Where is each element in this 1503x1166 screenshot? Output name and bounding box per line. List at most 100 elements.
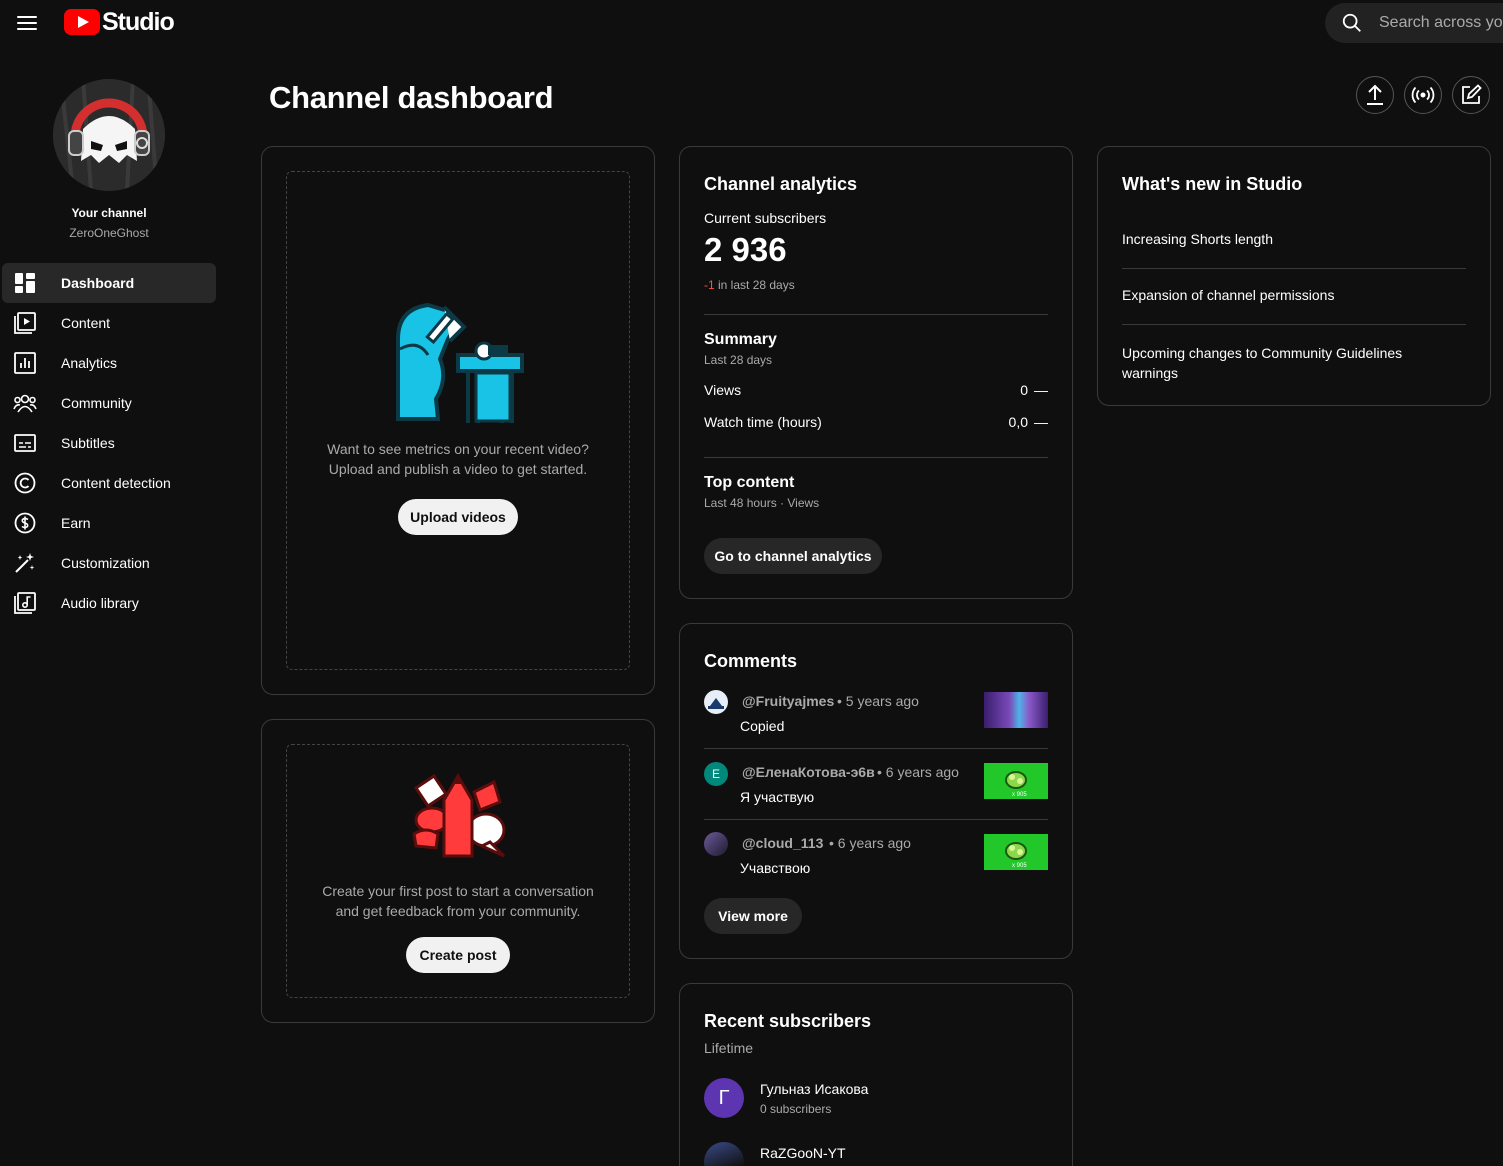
video-thumbnail[interactable]	[984, 692, 1048, 728]
go-to-analytics-button[interactable]: Go to channel analytics	[704, 538, 882, 574]
top-content-title: Top content	[704, 474, 795, 491]
post-prompt-line: Create your first post to start a conver…	[322, 883, 594, 899]
whats-new-item[interactable]: Increasing Shorts length	[1122, 231, 1273, 247]
sidebar-item-label: Community	[61, 395, 132, 411]
sidebar-item-label: Audio library	[61, 595, 139, 611]
subscribers-count: 2 936	[704, 231, 787, 268]
subscriber-name[interactable]: Гульназ Исакова	[760, 1081, 868, 1097]
subscriber-avatar	[704, 1142, 744, 1166]
divider	[704, 314, 1048, 315]
comment-item[interactable]: E @ЕленаКотова-э6в • 6 years ago Я участ…	[704, 761, 1048, 821]
subtitles-icon	[13, 431, 37, 455]
comment-text: Учавствою	[740, 860, 811, 876]
metric-row-watch-time: Watch time (hours) 0,0 —	[704, 414, 1048, 434]
dashboard-icon	[13, 271, 37, 295]
edit-icon	[1462, 84, 1482, 104]
view-more-button[interactable]: View more	[704, 898, 802, 934]
change-value: -1	[704, 278, 715, 292]
magic-wand-icon	[13, 551, 37, 575]
content-icon	[13, 311, 37, 335]
ghost-avatar-icon	[53, 79, 165, 191]
upload-prompt-line: Want to see metrics on your recent video…	[327, 441, 589, 457]
comment-time: • 6 years ago	[877, 764, 959, 780]
comment-author[interactable]: @ЕленаКотова-э6в	[742, 764, 875, 780]
search-placeholder: Search across yo	[1379, 14, 1503, 31]
summary-title: Summary	[704, 331, 777, 348]
sidebar-item-label: Subtitles	[61, 435, 115, 451]
comment-item[interactable]: @cloud_113 • 6 years ago Учавствою x 905	[704, 832, 1048, 892]
commenter-avatar: E	[704, 762, 728, 786]
sidebar-item-customization[interactable]: Customization	[2, 543, 216, 583]
subscriber-item[interactable]: Г Гульназ Исакова 0 subscribers	[704, 1078, 1048, 1122]
sidebar-item-label: Content	[61, 315, 111, 331]
upload-videos-button[interactable]: Upload videos	[398, 499, 518, 535]
commenter-avatar	[704, 690, 728, 714]
analytics-icon	[13, 351, 37, 375]
whats-new-card: What's new in Studio Increasing Shorts l…	[1097, 146, 1491, 406]
sidebar-item-audio-library[interactable]: Audio library	[2, 583, 216, 623]
dollar-icon	[13, 511, 37, 535]
live-broadcast-icon	[1411, 86, 1435, 104]
subscribers-label: Current subscribers	[704, 210, 827, 226]
whats-new-item[interactable]: Expansion of channel permissions	[1122, 287, 1334, 303]
metric-label: Watch time (hours)	[704, 414, 822, 430]
your-channel-label: Your channel	[71, 206, 147, 220]
sidebar: Your channel ZeroOneGhost Dashboard Cont…	[0, 60, 220, 1166]
sidebar-item-content[interactable]: Content	[2, 303, 216, 343]
divider	[704, 819, 1048, 820]
subscriber-name[interactable]: RaZGooN-YT	[760, 1145, 846, 1161]
upload-prompt-text: Want to see metrics on your recent video…	[286, 439, 630, 479]
commenter-avatar	[704, 832, 728, 856]
metric-value: 0	[1020, 382, 1028, 398]
channel-avatar[interactable]	[53, 79, 165, 191]
subscriber-item[interactable]: RaZGooN-YT	[704, 1142, 1048, 1166]
sidebar-item-label: Earn	[61, 515, 91, 531]
post-illustration	[412, 773, 506, 858]
video-thumbnail[interactable]: x 905	[984, 763, 1048, 799]
divider	[704, 457, 1048, 458]
post-prompt-text: Create your first post to start a conver…	[286, 881, 630, 921]
create-post-button[interactable]	[1452, 76, 1490, 114]
go-live-button[interactable]	[1404, 76, 1442, 114]
comments-card: Comments @Fruityajmes • 5 years ago Copi…	[679, 623, 1073, 959]
search-icon	[1342, 13, 1361, 32]
subscriber-avatar: Г	[704, 1078, 744, 1118]
sidebar-item-analytics[interactable]: Analytics	[2, 343, 216, 383]
copyright-icon	[13, 471, 37, 495]
menu-icon[interactable]	[14, 12, 40, 34]
top-bar: Studio Search across yo	[0, 0, 1503, 44]
comment-author[interactable]: @cloud_113	[742, 835, 823, 851]
metric-trend: —	[1034, 414, 1048, 430]
svg-text:x 905: x 905	[1012, 792, 1027, 798]
studio-logo[interactable]: Studio	[64, 8, 175, 36]
sidebar-item-label: Dashboard	[61, 275, 135, 291]
upload-icon	[1367, 84, 1383, 105]
whats-new-item[interactable]: Upcoming changes to Community Guidelines…	[1122, 343, 1422, 383]
comment-time: • 5 years ago	[837, 693, 919, 709]
sidebar-item-subtitles[interactable]: Subtitles	[2, 423, 216, 463]
sidebar-item-dashboard[interactable]: Dashboard	[2, 263, 216, 303]
subscriber-count: 0 subscribers	[760, 1102, 832, 1116]
recent-subscribers-title: Recent subscribers	[704, 1011, 872, 1031]
comments-title: Comments	[704, 651, 798, 671]
sidebar-item-community[interactable]: Community	[2, 383, 216, 423]
create-post-card-button[interactable]: Create post	[406, 937, 510, 973]
comment-author[interactable]: @Fruityajmes	[742, 693, 834, 709]
community-icon	[13, 391, 37, 415]
svg-text:x 905: x 905	[1012, 863, 1027, 869]
search-input[interactable]: Search across yo	[1325, 3, 1503, 43]
upload-button[interactable]	[1356, 76, 1394, 114]
comment-item[interactable]: @Fruityajmes • 5 years ago Copied	[704, 690, 1048, 750]
sidebar-item-content-detection[interactable]: Content detection	[2, 463, 216, 503]
upload-video-card: Want to see metrics on your recent video…	[261, 146, 655, 695]
metric-value: 0,0	[1008, 414, 1028, 430]
video-thumbnail[interactable]: x 905	[984, 834, 1048, 870]
metric-label: Views	[704, 382, 742, 398]
metric-row-views: Views 0 —	[704, 382, 1048, 402]
top-content-sub: Last 48 hours · Views	[704, 496, 820, 510]
sidebar-nav: Dashboard Content Analytics Community Su…	[2, 263, 216, 623]
sidebar-item-label: Customization	[61, 555, 150, 571]
sidebar-item-earn[interactable]: Earn	[2, 503, 216, 543]
divider	[704, 748, 1048, 749]
analytics-title: Channel analytics	[704, 174, 858, 194]
